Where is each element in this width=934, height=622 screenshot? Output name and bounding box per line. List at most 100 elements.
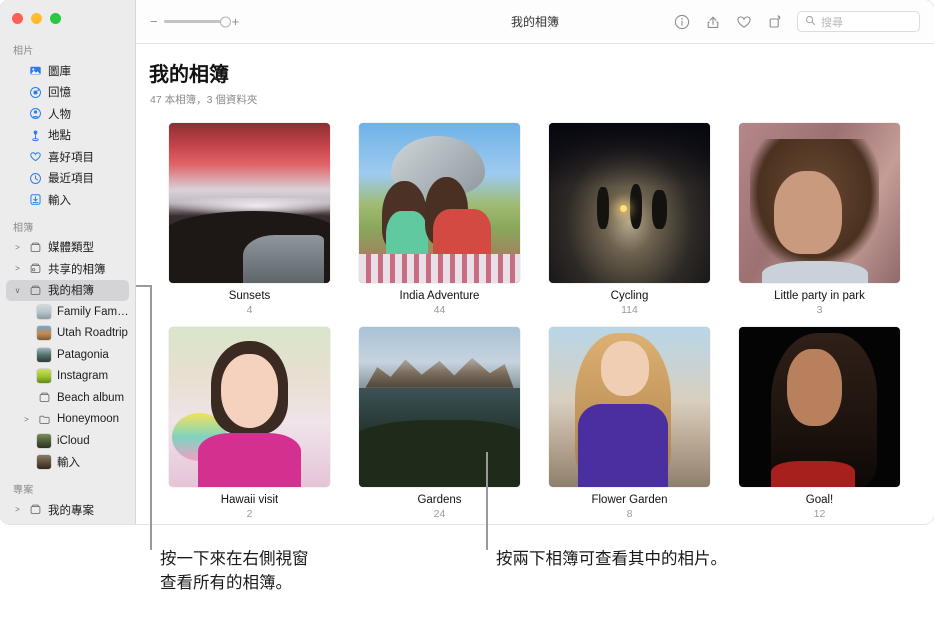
sidebar-item-beach-album[interactable]: >Beach album bbox=[6, 387, 129, 409]
sidebar-item-label: Honeymoon bbox=[57, 413, 120, 426]
album-card[interactable]: Little party in park 3 bbox=[739, 123, 900, 316]
album-name: Hawaii visit bbox=[220, 494, 279, 506]
sidebar-section-header: 專案 bbox=[13, 485, 34, 496]
album-card[interactable]: Hawaii visit 2 bbox=[169, 327, 330, 520]
album-box-icon bbox=[28, 503, 42, 517]
album-thumbnail-curly-hair-portrait[interactable] bbox=[739, 123, 900, 283]
chevron-down-icon[interactable]: ∨ bbox=[13, 286, 22, 295]
sidebar-section-header: 相片 bbox=[13, 46, 34, 57]
thumb-utah bbox=[37, 326, 51, 341]
favorite-heart-icon[interactable] bbox=[735, 13, 752, 30]
callout-left-line2: 查看所有的相簿。 bbox=[160, 573, 292, 592]
album-photo-count: 24 bbox=[433, 508, 446, 520]
sidebar-item-label: 喜好項目 bbox=[48, 151, 94, 164]
zoom-slider-track[interactable] bbox=[163, 16, 231, 27]
sidebar-item-label: 我的專案 bbox=[48, 504, 94, 517]
sidebar-item-label: Utah Roadtrip bbox=[57, 327, 128, 340]
album-thumbnail-dark-portrait-red[interactable] bbox=[739, 327, 900, 487]
album-name: Flower Garden bbox=[591, 494, 668, 506]
callout-left-line1: 按一下來在右側視窗 bbox=[160, 550, 309, 568]
sidebar-item-[interactable]: > 媒體類型 bbox=[6, 237, 129, 259]
album-card[interactable]: India Adventure 44 bbox=[359, 123, 520, 316]
sidebar-item-label: 圖庫 bbox=[48, 65, 71, 78]
sidebar-section-header: 相簿 bbox=[13, 222, 34, 234]
callout-leader-vertical-right bbox=[486, 452, 488, 550]
chevron-right-icon[interactable]: > bbox=[13, 243, 22, 252]
close-button[interactable] bbox=[12, 13, 23, 24]
sidebar-item-honeymoon[interactable]: > Honeymoon bbox=[6, 409, 129, 431]
clock-icon bbox=[28, 171, 42, 185]
album-thumbnail-mountain-lake[interactable] bbox=[359, 327, 520, 487]
toolbar-actions: 搜尋 bbox=[673, 11, 934, 32]
album-card[interactable]: Sunsets 4 bbox=[169, 123, 330, 316]
album-name: Little party in park bbox=[774, 290, 865, 302]
rotate-icon[interactable] bbox=[766, 13, 783, 30]
sidebar-item-[interactable]: ∨ 我的相簿 bbox=[6, 279, 129, 301]
album-photo-count: 114 bbox=[621, 304, 638, 316]
sidebar-item-utah-roadtrip[interactable]: >Utah Roadtrip bbox=[6, 323, 129, 345]
library-icon bbox=[28, 64, 42, 78]
album-thumbnail-woman-purple-shirt[interactable] bbox=[549, 327, 710, 487]
chevron-right-icon[interactable]: > bbox=[13, 505, 22, 514]
sidebar-item-label: Instagram bbox=[57, 370, 109, 383]
album-card[interactable]: Goal! 12 bbox=[739, 327, 900, 520]
sidebar-item-[interactable]: >圖庫 bbox=[6, 60, 129, 82]
search-field[interactable]: 搜尋 bbox=[797, 11, 920, 32]
album-name: Cycling bbox=[610, 290, 649, 302]
heart-icon bbox=[28, 150, 42, 164]
zoom-button[interactable] bbox=[50, 13, 61, 24]
album-thumbnail-night-cyclists[interactable] bbox=[549, 123, 710, 283]
window-controls[interactable] bbox=[12, 13, 61, 24]
sidebar-item-instagram[interactable]: >Instagram bbox=[6, 366, 129, 388]
sidebar-item-label: 共享的相簿 bbox=[48, 263, 106, 276]
sidebar-item-[interactable]: >輸入 bbox=[6, 452, 129, 474]
chevron-right-icon[interactable]: > bbox=[22, 415, 31, 424]
album-card[interactable]: Gardens 24 bbox=[359, 327, 520, 520]
main-content: 我的相簿 47 本相簿，3 個資料夾 Sunsets 4 India Adventu… bbox=[136, 44, 934, 524]
album-box-icon bbox=[28, 283, 42, 297]
import-icon bbox=[28, 193, 42, 207]
sidebar-item-label: 我的相簿 bbox=[48, 285, 94, 298]
sidebar-item-[interactable]: >喜好項目 bbox=[6, 146, 129, 168]
sidebar-item-[interactable]: >地點 bbox=[6, 125, 129, 147]
album-photo-count: 4 bbox=[246, 304, 253, 316]
memories-icon bbox=[28, 85, 42, 99]
people-icon bbox=[28, 107, 42, 121]
sidebar-item-patagonia[interactable]: >Patagonia bbox=[6, 344, 129, 366]
zoom-slider[interactable]: − + bbox=[150, 15, 239, 28]
sidebar-item-label: iCloud bbox=[57, 434, 90, 447]
zoom-in-label[interactable]: + bbox=[232, 15, 240, 28]
sidebar-item-[interactable]: >輸入 bbox=[6, 189, 129, 211]
album-thumbnail-girl-in-pink[interactable] bbox=[169, 327, 330, 487]
sidebar-item-icloud[interactable]: >iCloud bbox=[6, 430, 129, 452]
sidebar-item-family-family[interactable]: >Family Family... bbox=[6, 301, 129, 323]
screenshot-root: 相片>圖庫>回憶>人物>地點>喜好項目>最近項目>輸入相簿>媒體類型>共享的相簿… bbox=[0, 0, 934, 622]
album-card[interactable]: Flower Garden 8 bbox=[549, 327, 710, 520]
album-name: Gardens bbox=[417, 494, 462, 506]
chevron-right-icon[interactable]: > bbox=[13, 264, 22, 273]
sidebar-item-[interactable]: > 我的專案 bbox=[6, 499, 129, 521]
album-thumbnail-two-kids-picnic[interactable] bbox=[359, 123, 520, 283]
minimize-button[interactable] bbox=[31, 13, 42, 24]
album-card[interactable]: Cycling 114 bbox=[549, 123, 710, 316]
sidebar-item-[interactable]: >回憶 bbox=[6, 82, 129, 104]
callout-right: 按兩下相簿可查看其中的相片。 bbox=[496, 548, 916, 572]
album-name: India Adventure bbox=[399, 290, 480, 302]
album-photo-count: 3 bbox=[816, 304, 823, 316]
album-photo-count: 8 bbox=[626, 508, 633, 520]
callout-left: 按一下來在右側視窗 查看所有的相簿。 bbox=[160, 548, 490, 596]
sidebar-item-[interactable]: >最近項目 bbox=[6, 168, 129, 190]
sidebar-item-[interactable]: >人物 bbox=[6, 103, 129, 125]
zoom-out-label[interactable]: − bbox=[150, 15, 158, 28]
zoom-slider-knob[interactable] bbox=[219, 16, 231, 27]
sidebar-item-[interactable]: > 共享的相簿 bbox=[6, 258, 129, 280]
sidebar-item-label: 地點 bbox=[48, 130, 71, 143]
thumb-import bbox=[37, 455, 51, 470]
album-thumbnail-sunset-landscape[interactable] bbox=[169, 123, 330, 283]
sidebar-item-label: 輸入 bbox=[48, 194, 71, 207]
shared-album-icon bbox=[28, 262, 42, 276]
sidebar-item-label: 回憶 bbox=[48, 87, 71, 100]
places-pin-icon bbox=[28, 128, 42, 142]
info-icon[interactable] bbox=[673, 13, 690, 30]
share-icon[interactable] bbox=[704, 13, 721, 30]
